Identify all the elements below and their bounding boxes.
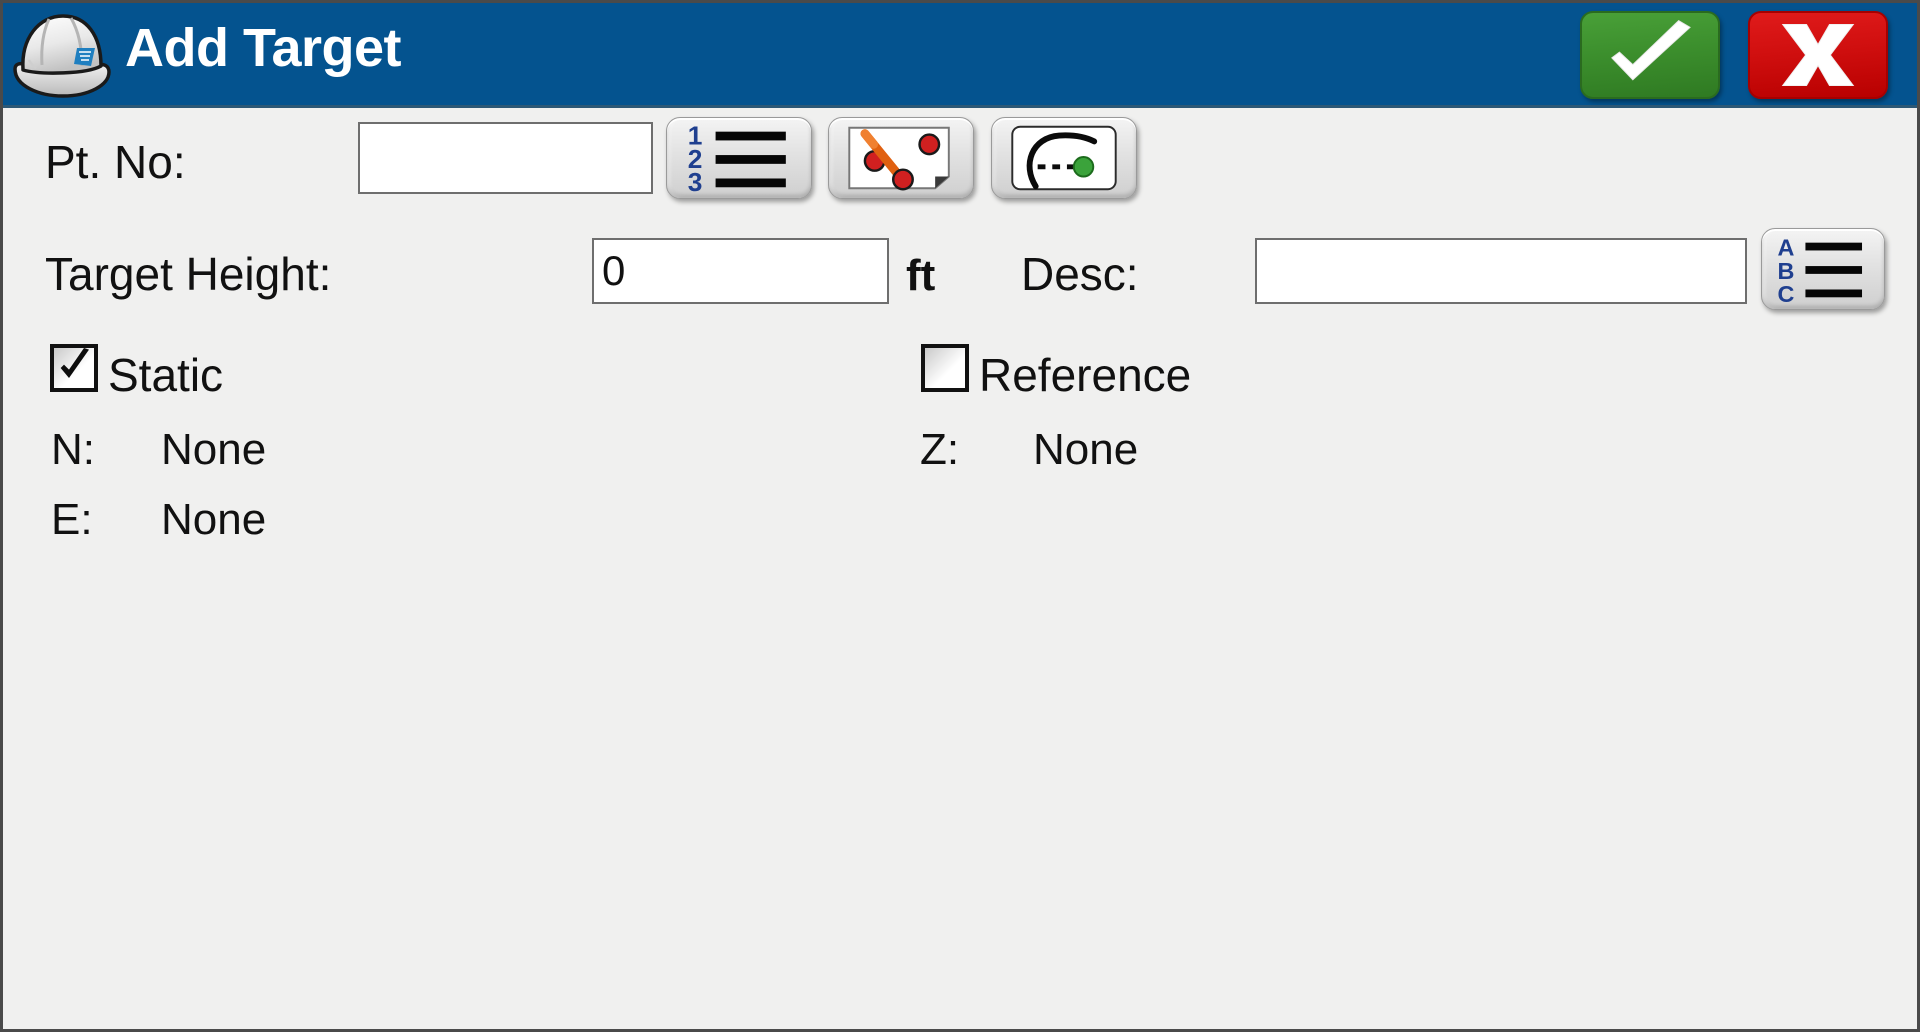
accept-button[interactable] <box>1580 11 1720 99</box>
title-bar: Add Target <box>3 3 1917 108</box>
easting-value: None <box>161 495 267 544</box>
checkmark-icon <box>60 348 89 378</box>
desc-label: Desc: <box>1021 248 1139 300</box>
numbered-list-icon: 1 2 3 <box>688 120 786 197</box>
reference-checkbox-label: Reference <box>979 349 1192 401</box>
northing-value: None <box>161 425 267 474</box>
svg-text:A: A <box>1777 234 1794 260</box>
radius-point-button[interactable] <box>991 117 1137 199</box>
form-content: Pt. No: 1 2 3 Target Height: 0 ft Desc: … <box>3 108 1917 1029</box>
easting-label: E: <box>51 495 93 544</box>
static-checkbox[interactable] <box>50 344 98 392</box>
abc-list-icon: A B C <box>1777 234 1863 307</box>
elevation-value: None <box>1033 425 1139 474</box>
reference-checkbox[interactable] <box>921 344 969 392</box>
hardhat-icon <box>9 8 113 100</box>
svg-text:C: C <box>1777 281 1794 307</box>
map-pick-point-icon <box>848 126 950 191</box>
svg-text:3: 3 <box>688 167 703 197</box>
window-title: Add Target <box>125 18 402 78</box>
pt-no-input[interactable] <box>358 122 653 194</box>
empty-box-icon <box>925 348 965 388</box>
target-height-input[interactable] <box>592 238 889 304</box>
target-height-label: Target Height: <box>45 248 332 300</box>
svg-text:B: B <box>1777 258 1794 284</box>
desc-input[interactable] <box>1255 238 1747 304</box>
static-checkbox-label: Static <box>108 349 224 401</box>
pick-from-map-button[interactable] <box>828 117 974 199</box>
cancel-button[interactable] <box>1748 11 1888 99</box>
arc-radius-icon <box>1011 125 1117 191</box>
checkmark-icon <box>1611 20 1691 81</box>
description-list-button[interactable]: A B C <box>1761 228 1885 310</box>
x-icon <box>1781 23 1855 87</box>
add-target-window: Add Target Pt. No: 1 2 3 Target Height: … <box>0 0 1920 1032</box>
pt-no-label: Pt. No: <box>45 136 186 188</box>
northing-label: N: <box>51 425 95 474</box>
elevation-label: Z: <box>920 425 960 474</box>
point-list-button[interactable]: 1 2 3 <box>666 117 812 199</box>
target-height-units: ft <box>906 251 936 300</box>
